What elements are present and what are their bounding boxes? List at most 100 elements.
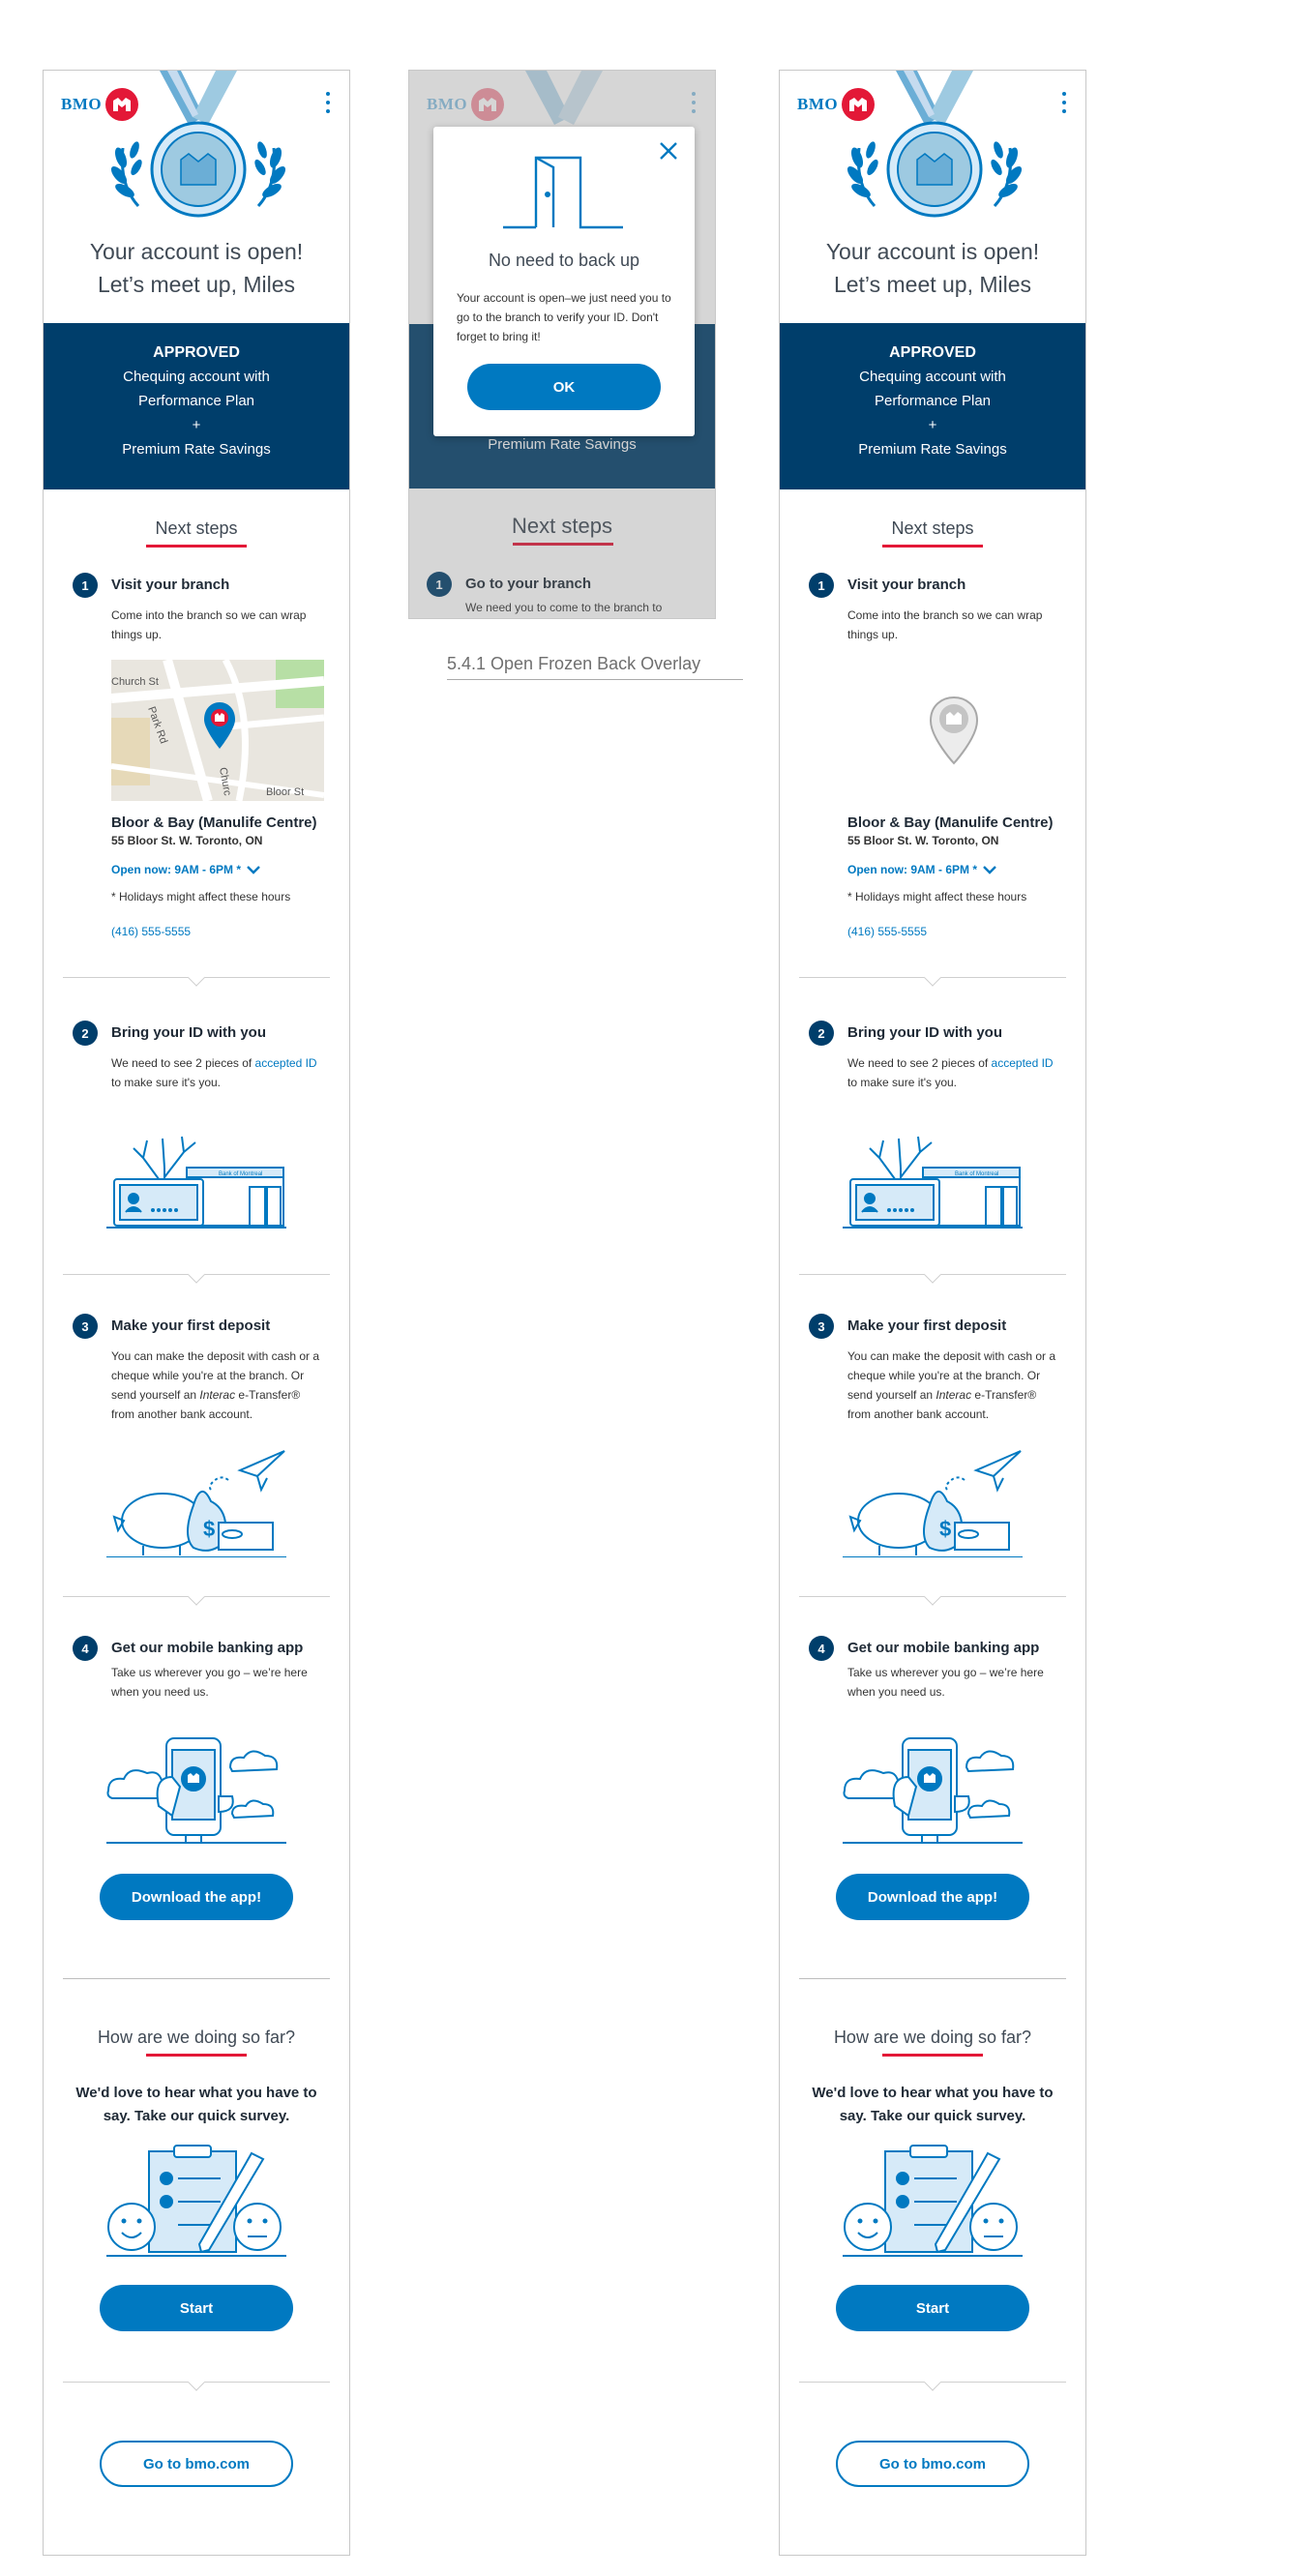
step-body: We need to see 2 pieces of accepted ID t… bbox=[847, 1053, 1058, 1092]
heading-underline bbox=[882, 545, 983, 548]
hero-title-line2: Let’s meet up, Miles bbox=[97, 272, 296, 297]
chevron-down-icon bbox=[983, 866, 996, 874]
branch-name: Bloor & Bay (Manulife Centre) bbox=[111, 814, 317, 831]
section-divider-plain bbox=[63, 1978, 330, 1979]
step-number-badge: 4 bbox=[809, 1636, 834, 1661]
hours-toggle[interactable]: Open now: 9AM - 6PM * bbox=[847, 863, 1058, 876]
branch-map[interactable]: Church St Park Rd Churc Bloor St bbox=[111, 660, 324, 801]
medal-icon bbox=[110, 71, 286, 218]
holiday-note: * Holidays might affect these hours bbox=[111, 890, 291, 903]
step-body-text-end: to make sure it's you. bbox=[111, 1076, 222, 1089]
accepted-id-link[interactable]: accepted ID bbox=[992, 1056, 1054, 1070]
close-icon[interactable] bbox=[658, 140, 679, 162]
step-bring-id: 2 Bring your ID with you We need to see … bbox=[44, 1021, 349, 1092]
phone-link[interactable]: (416) 555-5555 bbox=[847, 925, 1058, 938]
go-to-bmo-button[interactable]: Go to bmo.com bbox=[100, 2441, 293, 2487]
step-title: Visit your branch bbox=[111, 577, 230, 593]
map-pin-placeholder-icon bbox=[929, 696, 979, 765]
mobile-app-illustration bbox=[106, 1737, 286, 1844]
heading-underline bbox=[146, 545, 247, 548]
screen-account-open-map: BMO Your account is open! Let’s meet up,… bbox=[43, 70, 350, 2556]
step-title: Visit your branch bbox=[847, 577, 966, 593]
screen-account-open-placeholder: BMO Your account is open! Let’s meet up,… bbox=[779, 70, 1086, 2556]
step-number-badge: 1 bbox=[73, 573, 98, 598]
section-divider bbox=[799, 2382, 1066, 2383]
ok-button[interactable]: OK bbox=[467, 364, 661, 410]
hours-toggle[interactable]: Open now: 9AM - 6PM * bbox=[111, 863, 322, 876]
piggy-bank-illustration: $ bbox=[106, 1450, 286, 1557]
step-bring-id: 2 Bring your ID with you We need to see … bbox=[780, 1021, 1085, 1092]
svg-text:$: $ bbox=[939, 1517, 951, 1541]
header: BMO Your account is open! Let’s meet up,… bbox=[44, 71, 349, 323]
start-survey-button[interactable]: Start bbox=[836, 2285, 1029, 2331]
step-body: Come into the branch so we can wrap thin… bbox=[847, 608, 1043, 641]
accepted-id-link[interactable]: accepted ID bbox=[255, 1056, 317, 1070]
screen-frozen-back-overlay: BMO Premium Rate Savings Next steps 1 Go… bbox=[408, 70, 716, 619]
step-visit-branch: 1 Visit your branch Come into the branch… bbox=[780, 573, 1085, 938]
step-body: You can make the deposit with cash or a … bbox=[847, 1347, 1058, 1424]
interac-text: Interac bbox=[199, 1388, 236, 1402]
step-body: Come into the branch so we can wrap thin… bbox=[111, 608, 307, 641]
caption-underline bbox=[447, 679, 743, 680]
section-divider bbox=[799, 1596, 1066, 1597]
door-icon bbox=[503, 156, 623, 229]
download-app-button[interactable]: Download the app! bbox=[100, 1874, 293, 1920]
step-first-deposit: 3 Make your first deposit You can make t… bbox=[44, 1314, 349, 1424]
interac-text: Interac bbox=[936, 1388, 972, 1402]
step-body-text: We need to see 2 pieces of bbox=[847, 1056, 992, 1070]
hero-title: Your account is open! Let’s meet up, Mil… bbox=[780, 235, 1085, 301]
step-body: Take us wherever you go – we’re here whe… bbox=[111, 1666, 308, 1699]
phone-link[interactable]: (416) 555-5555 bbox=[111, 925, 322, 938]
hours-text: Open now: 9AM - 6PM * bbox=[847, 863, 978, 876]
header: BMO Your account is open! Let’s meet up,… bbox=[780, 71, 1085, 323]
go-to-bmo-button[interactable]: Go to bmo.com bbox=[836, 2441, 1029, 2487]
approved-line2: Performance Plan bbox=[137, 393, 255, 409]
medal-icon bbox=[847, 71, 1023, 218]
approved-line1: Chequing account with bbox=[123, 369, 270, 385]
approved-banner: APPROVED Chequing account with Performan… bbox=[44, 323, 349, 489]
approved-line3: Premium Rate Savings bbox=[122, 441, 271, 458]
section-divider bbox=[63, 2382, 330, 2383]
bank-sign-text: Bank of Montreal bbox=[219, 1171, 262, 1177]
no-back-modal: No need to back up Your account is open–… bbox=[433, 127, 695, 436]
step-number-badge: 4 bbox=[73, 1636, 98, 1661]
section-divider-plain bbox=[799, 1978, 1066, 1979]
step-title: Make your first deposit bbox=[847, 1318, 1007, 1334]
download-app-button[interactable]: Download the app! bbox=[836, 1874, 1029, 1920]
kebab-menu-icon[interactable] bbox=[1062, 92, 1066, 113]
modal-title: No need to back up bbox=[488, 251, 640, 270]
step-number-badge: 3 bbox=[73, 1314, 98, 1339]
branch-name: Bloor & Bay (Manulife Centre) bbox=[847, 814, 1054, 831]
next-steps-heading: Next steps bbox=[891, 518, 974, 538]
screen-caption: 5.4.1 Open Frozen Back Overlay bbox=[447, 654, 701, 673]
approved-banner: APPROVED Chequing account with Performan… bbox=[780, 323, 1085, 489]
step-title: Bring your ID with you bbox=[111, 1024, 266, 1041]
next-steps-heading: Next steps bbox=[155, 518, 238, 538]
map-placeholder bbox=[847, 660, 1060, 801]
section-divider bbox=[63, 1274, 330, 1275]
id-branch-illustration: Bank of Montreal bbox=[106, 1136, 286, 1229]
step-body-text: We need to see 2 pieces of bbox=[111, 1056, 255, 1070]
survey-text: We'd love to hear what you have to say. … bbox=[812, 2085, 1054, 2124]
hero-title-line1: Your account is open! bbox=[825, 239, 1040, 264]
hours-text: Open now: 9AM - 6PM * bbox=[111, 863, 242, 876]
section-divider bbox=[799, 1274, 1066, 1275]
step-body-text-end: to make sure it's you. bbox=[847, 1076, 958, 1089]
id-branch-illustration: Bank of Montreal bbox=[843, 1136, 1023, 1229]
section-divider bbox=[799, 977, 1066, 978]
step-title: Bring your ID with you bbox=[847, 1024, 1002, 1041]
step-body: Take us wherever you go – we’re here whe… bbox=[847, 1666, 1044, 1699]
modal-body: Your account is open–we just need you to… bbox=[457, 291, 671, 343]
step-title: Get our mobile banking app bbox=[111, 1640, 304, 1656]
step-first-deposit: 3 Make your first deposit You can make t… bbox=[780, 1314, 1085, 1424]
step-body: You can make the deposit with cash or a … bbox=[111, 1347, 322, 1424]
survey-heading: How are we doing so far? bbox=[97, 2028, 296, 2047]
piggy-bank-illustration: $ bbox=[843, 1450, 1023, 1557]
survey-clipboard-illustration bbox=[106, 2145, 286, 2257]
svg-text:$: $ bbox=[203, 1517, 215, 1541]
survey-clipboard-illustration bbox=[843, 2145, 1023, 2257]
step-title: Make your first deposit bbox=[111, 1318, 271, 1334]
start-survey-button[interactable]: Start bbox=[100, 2285, 293, 2331]
bank-sign-text: Bank of Montreal bbox=[955, 1171, 998, 1177]
kebab-menu-icon[interactable] bbox=[326, 92, 330, 113]
